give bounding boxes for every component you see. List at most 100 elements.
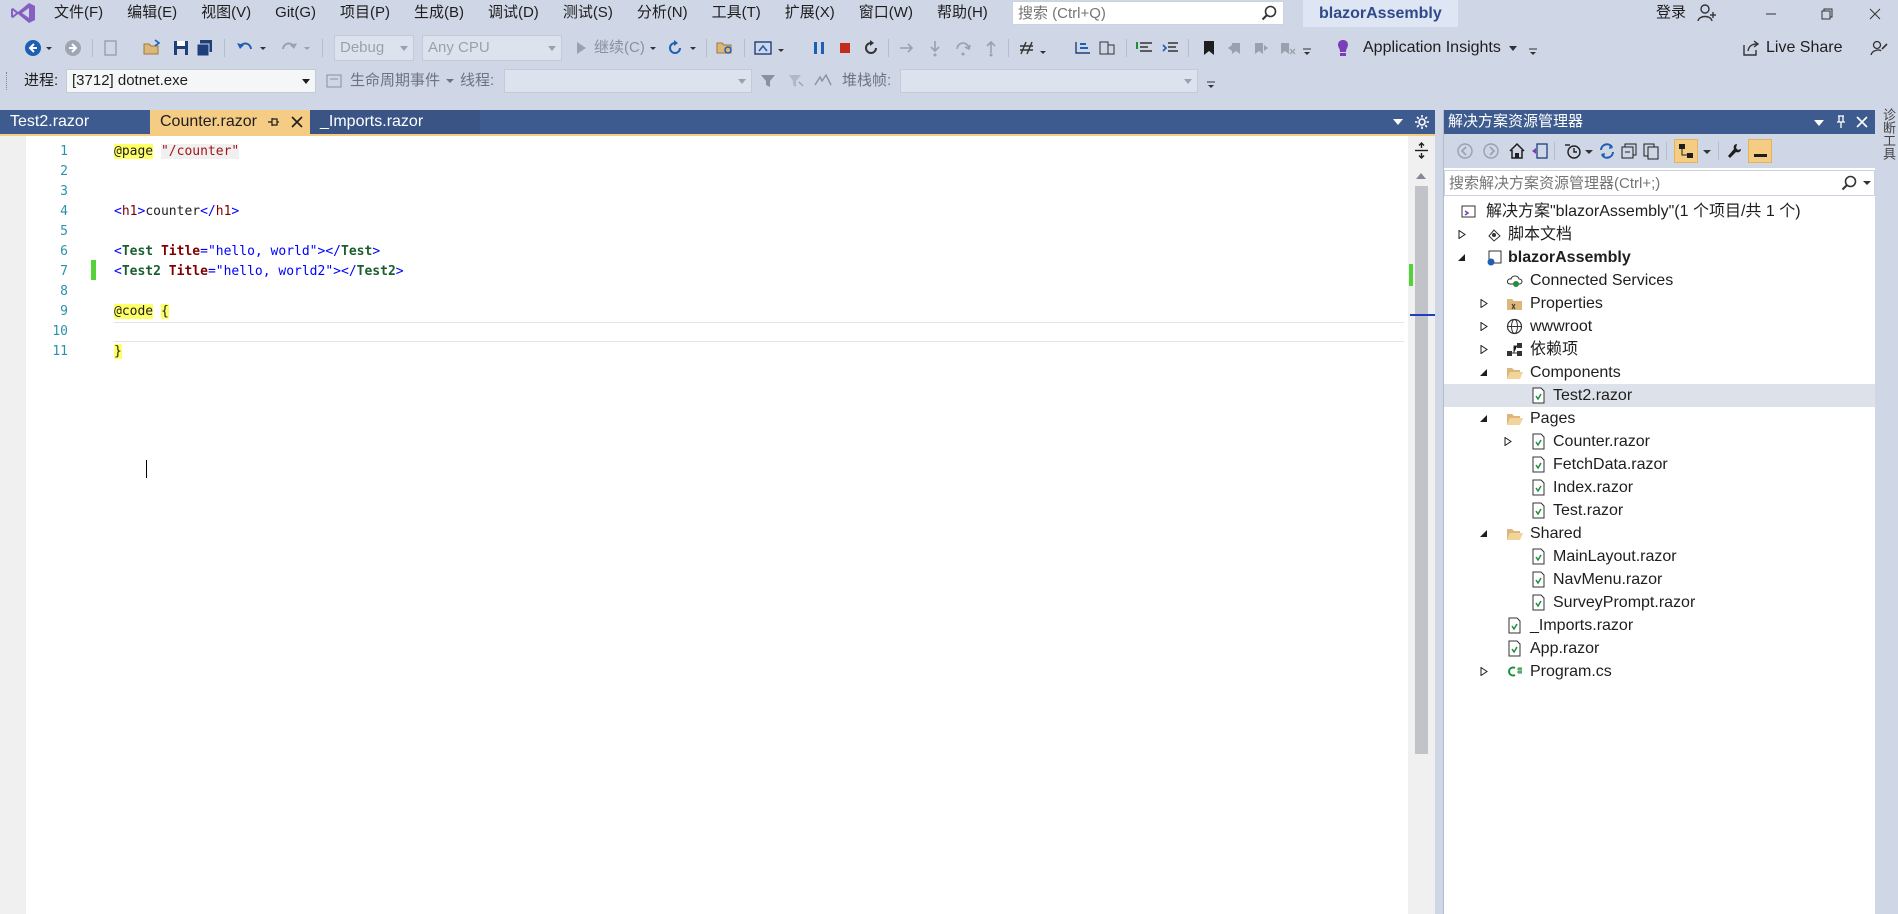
- threads-icon[interactable]: [1074, 39, 1092, 57]
- expand-arrow-icon[interactable]: [1480, 345, 1488, 354]
- close-tab-icon[interactable]: [290, 115, 304, 129]
- menu-test[interactable]: 测试(S): [551, 0, 625, 27]
- tab-counter-razor[interactable]: Counter.razor: [150, 110, 310, 134]
- split-window-icon[interactable]: [1413, 142, 1430, 159]
- live-share-icon[interactable]: [1742, 39, 1760, 57]
- collapse-all-icon[interactable]: [1620, 142, 1638, 160]
- hot-reload-dropdown-icon[interactable]: [688, 39, 698, 57]
- show-all-files-icon[interactable]: [1642, 142, 1660, 160]
- browser-link-icon[interactable]: [754, 39, 772, 57]
- toolbar-overflow-icon[interactable]: [1302, 39, 1312, 57]
- tree-node-imports-razor[interactable]: _Imports.razor: [1444, 614, 1875, 637]
- configuration-select[interactable]: Debug: [334, 35, 414, 61]
- tree-node-properties[interactable]: Properties: [1444, 292, 1875, 315]
- collapse-arrow-icon[interactable]: [1480, 529, 1488, 538]
- tree-node-connected-services[interactable]: Connected Services: [1444, 269, 1875, 292]
- tree-node-wwwroot[interactable]: wwwroot: [1444, 315, 1875, 338]
- close-panel-icon[interactable]: [1854, 114, 1870, 130]
- scrollbar-thumb[interactable]: [1415, 186, 1428, 754]
- hot-reload-icon[interactable]: [666, 39, 684, 57]
- stop-icon[interactable]: [836, 39, 854, 57]
- tree-node-solution[interactable]: 解决方案"blazorAssembly"(1 个项目/共 1 个): [1444, 200, 1875, 223]
- thread-select[interactable]: [504, 69, 752, 93]
- preview-dropdown-icon[interactable]: [1702, 142, 1712, 160]
- undo-dropdown-icon[interactable]: [258, 39, 268, 57]
- vertical-scrollbar[interactable]: [1408, 136, 1435, 914]
- indicator-margin[interactable]: [0, 136, 26, 914]
- back-dropdown-icon[interactable]: [44, 39, 54, 57]
- back-icon[interactable]: [1456, 142, 1474, 160]
- menu-debug[interactable]: 调试(D): [476, 0, 551, 27]
- tree-node-app-razor[interactable]: App.razor: [1444, 637, 1875, 660]
- pause-icon[interactable]: [810, 39, 828, 57]
- clear-bookmarks-icon[interactable]: [1278, 39, 1296, 57]
- switch-views-icon[interactable]: [1530, 142, 1548, 160]
- tree-node-index-razor[interactable]: Index.razor: [1444, 476, 1875, 499]
- lifecycle-events-button[interactable]: 生命周期事件: [350, 66, 440, 96]
- tree-node-project[interactable]: blazorAssembly: [1444, 246, 1875, 269]
- window-position-icon[interactable]: [1814, 114, 1824, 130]
- application-insights-button[interactable]: Application Insights: [1363, 35, 1501, 61]
- tree-node-scripts[interactable]: 脚本文档: [1444, 223, 1875, 246]
- properties-wrench-icon[interactable]: [1726, 142, 1744, 160]
- stack-icon[interactable]: [1098, 39, 1116, 57]
- code-editor[interactable]: 1 2 3 4 5 6 7 8 9 10 11 @page "/counter"…: [0, 134, 1435, 914]
- save-icon[interactable]: [172, 39, 190, 57]
- tree-node-test-razor[interactable]: Test.razor: [1444, 499, 1875, 522]
- search-icon[interactable]: [1261, 5, 1277, 21]
- diagnostic-tools-side-tab[interactable]: 诊断工具: [1875, 96, 1898, 914]
- tree-node-dependencies[interactable]: 依赖项: [1444, 338, 1875, 361]
- redo-dropdown-icon[interactable]: [302, 39, 312, 57]
- toolbar-grip[interactable]: [6, 72, 10, 90]
- sync-icon[interactable]: [1598, 142, 1616, 160]
- tree-node-program-cs[interactable]: Program.cs: [1444, 660, 1875, 683]
- menu-edit[interactable]: 编辑(E): [115, 0, 189, 27]
- restore-button[interactable]: [1804, 0, 1850, 27]
- tree-node-counter-razor[interactable]: Counter.razor: [1444, 430, 1875, 453]
- menu-project[interactable]: 项目(P): [328, 0, 402, 27]
- next-bookmark-icon[interactable]: [1252, 39, 1270, 57]
- app-insights-dropdown-icon[interactable]: [1508, 39, 1518, 57]
- step-out-icon[interactable]: [982, 39, 1000, 57]
- live-share-button[interactable]: Live Share: [1766, 35, 1843, 61]
- prev-bookmark-icon[interactable]: [1226, 39, 1244, 57]
- forward-icon[interactable]: [1482, 142, 1500, 160]
- menu-help[interactable]: 帮助(H): [925, 0, 1000, 27]
- preview-selected-button[interactable]: [1674, 139, 1698, 163]
- search-options-dropdown-icon[interactable]: [1863, 179, 1871, 187]
- uncomment-icon[interactable]: [1162, 39, 1180, 57]
- pin-icon[interactable]: [266, 115, 280, 129]
- comment-icon[interactable]: [1136, 39, 1154, 57]
- solution-search-input[interactable]: [1445, 171, 1825, 195]
- hex-display-icon[interactable]: [1018, 39, 1036, 57]
- lifecycle-icon[interactable]: [326, 73, 342, 89]
- home-icon[interactable]: [1508, 142, 1526, 160]
- step-into-icon[interactable]: [926, 39, 944, 57]
- sign-in-link[interactable]: 登录: [1656, 0, 1686, 25]
- menu-file[interactable]: 文件(F): [42, 0, 115, 27]
- restart-icon[interactable]: [862, 39, 880, 57]
- forward-icon[interactable]: [64, 39, 82, 57]
- menu-extensions[interactable]: 扩展(X): [773, 0, 847, 27]
- feedback-icon[interactable]: [1870, 39, 1888, 57]
- gear-icon[interactable]: [1414, 114, 1430, 130]
- collapse-arrow-icon[interactable]: [1458, 253, 1466, 262]
- lightbulb-icon[interactable]: [1336, 39, 1350, 57]
- continue-button[interactable]: 继续(C): [594, 35, 645, 61]
- open-file-icon[interactable]: [143, 39, 161, 57]
- platform-select[interactable]: Any CPU: [422, 35, 562, 61]
- save-all-icon[interactable]: [196, 39, 214, 57]
- play-icon[interactable]: [572, 39, 590, 57]
- search-icon[interactable]: [1841, 175, 1857, 191]
- process-select[interactable]: [3712] dotnet.exe: [66, 69, 316, 93]
- pending-changes-filter-icon[interactable]: [1564, 142, 1582, 160]
- browser-link-dropdown-icon[interactable]: [776, 39, 786, 57]
- show-next-statement-icon[interactable]: [898, 39, 916, 57]
- menu-window[interactable]: 窗口(W): [847, 0, 925, 27]
- expand-arrow-icon[interactable]: [1458, 230, 1466, 239]
- tree-node-surveyprompt-razor[interactable]: SurveyPrompt.razor: [1444, 591, 1875, 614]
- tree-node-fetchdata-razor[interactable]: FetchData.razor: [1444, 453, 1875, 476]
- undo-icon[interactable]: [236, 39, 254, 57]
- expand-arrow-icon[interactable]: [1504, 437, 1512, 446]
- tree-node-components[interactable]: Components: [1444, 361, 1875, 384]
